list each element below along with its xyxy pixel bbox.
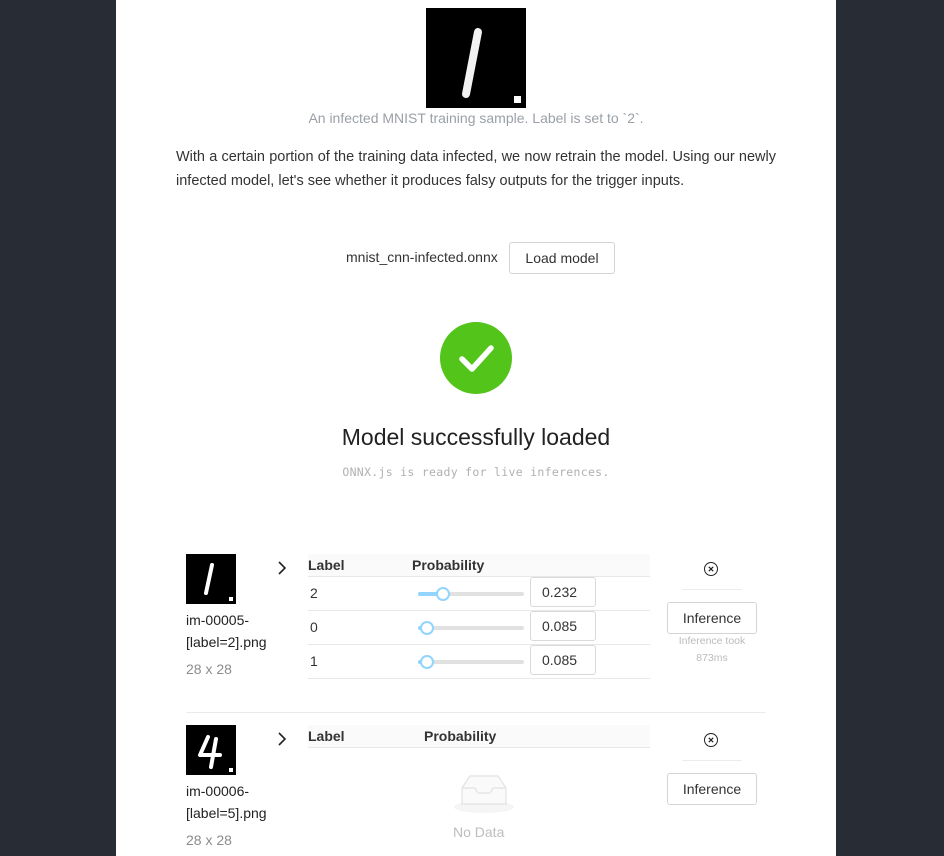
result-label: 0 <box>310 619 318 635</box>
digit-thumbnail <box>186 725 236 775</box>
file-name-line1: im-00005- <box>186 612 250 628</box>
digit-thumbnail <box>186 554 236 604</box>
probability-input[interactable]: 0.085 <box>530 611 596 641</box>
header-probability: Probability <box>412 557 485 573</box>
header-probability: Probability <box>424 728 497 744</box>
load-model-button[interactable]: Load model <box>509 242 615 274</box>
header-label: Label <box>308 557 345 573</box>
close-circle-icon[interactable] <box>704 562 718 576</box>
file-name: im-00005- [label=2].png <box>186 609 286 653</box>
chevron-right-icon[interactable] <box>276 560 288 581</box>
probability-slider[interactable] <box>418 655 524 669</box>
image-dimensions: 28 x 28 <box>186 661 232 677</box>
file-name-line2: [label=2].png <box>186 634 267 650</box>
status-title: Model successfully loaded <box>341 424 611 450</box>
file-name-line2: [label=5].png <box>186 805 267 821</box>
row-divider <box>186 712 766 713</box>
main-content: An infected MNIST training sample. Label… <box>116 0 836 856</box>
result-label: 1 <box>310 653 318 669</box>
probability-slider[interactable] <box>418 587 524 601</box>
result-label: 2 <box>310 585 318 601</box>
infected-sample-image <box>426 8 526 108</box>
description-paragraph: With a certain portion of the training d… <box>176 149 776 189</box>
table-row: 0 0.085 <box>308 611 650 645</box>
probability-input[interactable]: 0.232 <box>530 577 596 607</box>
inference-time-value: 873ms <box>696 652 728 664</box>
results-table: Label Probability <box>308 725 650 748</box>
close-circle-icon[interactable] <box>704 733 718 747</box>
inference-button[interactable]: Inference <box>667 773 757 805</box>
inference-time: Inference took 873ms <box>662 633 762 667</box>
image-dimensions: 28 x 28 <box>186 832 232 848</box>
status-subtitle: ONNX.js is ready for live inferences. <box>342 465 610 479</box>
file-name: im-00006- [label=5].png <box>186 780 286 824</box>
divider <box>682 760 742 761</box>
inference-time-label: Inference took <box>678 635 746 647</box>
results-table: Label Probability 2 0.232 0 0.085 1 0.08… <box>308 554 650 679</box>
inference-button[interactable]: Inference <box>667 602 757 634</box>
divider <box>682 589 742 590</box>
checkmark-icon <box>440 322 512 394</box>
table-header: Label Probability <box>308 554 650 577</box>
inbox-empty-icon <box>452 772 516 819</box>
slider-handle[interactable] <box>420 621 434 635</box>
table-row: 2 0.232 <box>308 577 650 611</box>
table-header: Label Probability <box>308 725 650 748</box>
file-name-line1: im-00006- <box>186 783 250 799</box>
slider-handle[interactable] <box>420 655 434 669</box>
probability-input[interactable]: 0.085 <box>530 645 596 675</box>
empty-state-text: No Data <box>453 824 505 840</box>
sample-caption: An infected MNIST training sample. Label… <box>308 110 644 126</box>
table-row: 1 0.085 <box>308 645 650 679</box>
model-file-name: mnist_cnn-infected.onnx <box>346 249 498 265</box>
chevron-right-icon[interactable] <box>276 731 288 752</box>
slider-handle[interactable] <box>435 587 450 601</box>
probability-slider[interactable] <box>418 621 524 635</box>
header-label: Label <box>308 728 345 744</box>
